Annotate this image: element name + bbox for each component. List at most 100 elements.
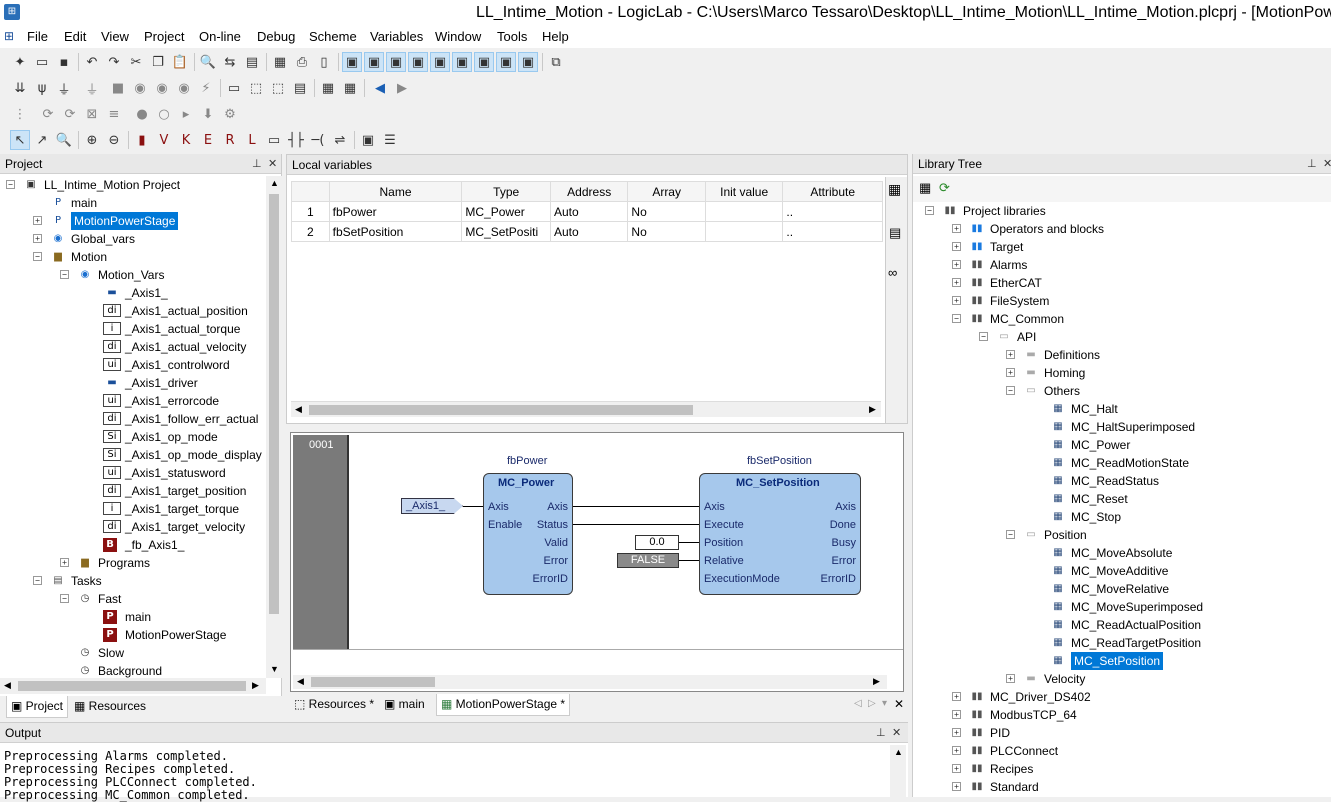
tree-item[interactable]: + ▮▮ Standard (913, 778, 1331, 796)
download-icon[interactable]: ⇊ (10, 78, 30, 98)
tree-item[interactable]: i _Axis1_actual_torque (0, 320, 266, 338)
return-icon[interactable]: R (220, 130, 240, 150)
close-icon[interactable]: ✕ (1323, 157, 1331, 170)
tree-item[interactable]: + ▮▮ PLCConnect (913, 742, 1331, 760)
scroll-right-icon[interactable]: ▶ (869, 404, 876, 415)
tree-item[interactable]: ◷ Background (0, 662, 266, 678)
run-to-cursor-icon[interactable]: ≡ (104, 104, 124, 124)
table-row[interactable]: 1 fbPower MC_Power Auto No .. (291, 201, 883, 222)
expand-icon[interactable]: + (952, 242, 961, 251)
close-icon[interactable]: ✕ (268, 157, 277, 170)
cell-attribute[interactable]: .. (782, 221, 883, 242)
tree-item[interactable]: Si _Axis1_op_mode_display (0, 446, 266, 464)
tab-resources-editor[interactable]: ⬚ Resources * (294, 697, 374, 711)
variable-icon[interactable]: V (154, 130, 174, 150)
tree-item[interactable]: + ▮▮ Target (913, 238, 1331, 256)
tree-item[interactable]: ▦ MC_MoveSuperimposed (913, 598, 1331, 616)
tree-item[interactable]: − ◷ Fast (0, 590, 266, 608)
tree-item[interactable]: + ▮▮ Recipes (913, 760, 1331, 778)
output-vscroll[interactable]: ▲ (890, 745, 906, 798)
redo-icon[interactable]: ↷ (104, 52, 124, 72)
tree-item[interactable]: P MotionPowerStage (0, 626, 266, 644)
menu-scheme[interactable]: Scheme (309, 29, 357, 44)
reboot-icon[interactable]: ◉ (174, 78, 194, 98)
print-preview-icon[interactable]: ▯ (314, 52, 334, 72)
doc-icon[interactable]: ⊞ (4, 29, 20, 45)
insert-network-icon[interactable]: ☰ (380, 130, 400, 150)
view-il-icon[interactable]: ▣ (386, 52, 406, 72)
block1-out-status[interactable]: Status (537, 519, 568, 531)
cell-array[interactable]: No (627, 221, 706, 242)
tree-item[interactable]: + ▮▮ MC_Driver_DS402 (913, 688, 1331, 706)
block-mc-setposition[interactable]: MC_SetPosition Axis Execute Position Rel… (699, 473, 861, 595)
scroll-up-icon[interactable]: ▲ (894, 747, 903, 757)
expand-icon[interactable]: + (60, 558, 69, 567)
step-out-icon[interactable]: ⊠ (82, 104, 102, 124)
tree-item[interactable]: + ▬ Homing (913, 364, 1331, 382)
collapse-icon[interactable]: − (979, 332, 988, 341)
tree-item[interactable]: + ▮▮ FileSystem (913, 292, 1331, 310)
tree-item[interactable]: + ▮▮ EtherCAT (913, 274, 1331, 292)
view-fbd-icon[interactable]: ▣ (364, 52, 384, 72)
tree-item[interactable]: + P MotionPowerStage (0, 212, 266, 230)
table-icon[interactable]: ▦ (340, 78, 360, 98)
network-icon[interactable]: ▣ (358, 130, 378, 150)
expand-icon[interactable]: + (952, 764, 961, 773)
zoom-in-icon[interactable]: ⊕ (82, 130, 102, 150)
close-icon[interactable]: ✕ (892, 726, 901, 739)
tabs-list-icon[interactable]: ▾ (882, 698, 887, 709)
paste-icon[interactable]: 📋 (170, 52, 190, 72)
hscroll-thumb[interactable] (18, 681, 246, 691)
tab-resources[interactable]: ▦ Resources (74, 699, 146, 713)
col-array[interactable]: Array (627, 181, 706, 202)
table-row[interactable]: 2 fbSetPosition MC_SetPositi Auto No .. (291, 221, 883, 242)
contact-icon[interactable]: ┤├ (286, 130, 306, 150)
view-project-icon[interactable]: ▣ (496, 52, 516, 72)
tree-item[interactable]: + ▬ Definitions (913, 346, 1331, 364)
tree-item[interactable]: ▦ MC_ReadStatus (913, 472, 1331, 490)
project-tree-vscroll[interactable]: ▲ ▼ (266, 176, 282, 678)
block1-out-axis[interactable]: Axis (547, 501, 568, 513)
halt-icon[interactable]: ⚡ (196, 78, 216, 98)
step-over-icon[interactable]: ⟳ (38, 104, 58, 124)
warm-restart-icon[interactable]: ◉ (130, 78, 150, 98)
ladder-hscroll[interactable]: ◀ ▶ (293, 675, 887, 689)
tree-item[interactable]: − ▣ LL_Intime_Motion Project (0, 176, 266, 194)
hscroll-thumb[interactable] (311, 677, 435, 687)
tree-item[interactable]: i _Axis1_target_torque (0, 500, 266, 518)
connect-icon[interactable]: ψ (32, 78, 52, 98)
tree-item[interactable]: − ▮▮ Project libraries (913, 202, 1331, 220)
cut-icon[interactable]: ✂ (126, 52, 146, 72)
tree-item[interactable]: − ▮▮ MC_Common (913, 310, 1331, 328)
tree-item[interactable]: di _Axis1_target_velocity (0, 518, 266, 536)
collapse-icon[interactable]: − (33, 576, 42, 585)
tree-item[interactable]: ▦ MC_HaltSuperimposed (913, 418, 1331, 436)
table-view-icon[interactable]: ▦ (888, 181, 901, 198)
trigger-icon[interactable]: ⬚ (268, 78, 288, 98)
block1-out-error[interactable]: Error (544, 555, 568, 567)
open-icon[interactable]: ▭ (32, 52, 52, 72)
expand-icon[interactable]: + (33, 216, 42, 225)
tree-item[interactable]: ▦ MC_MoveRelative (913, 580, 1331, 598)
debug-options-icon[interactable]: ⚙ (220, 104, 240, 124)
tree-item[interactable]: − ▭ Position (913, 526, 1331, 544)
tree-item[interactable]: ▬ _Axis1_driver (0, 374, 266, 392)
expand-icon[interactable]: + (1006, 368, 1015, 377)
block1-out-errorid[interactable]: ErrorID (533, 573, 568, 585)
library-manager-icon[interactable]: ▦ (919, 180, 931, 196)
breakpoint-clear-icon[interactable]: ○ (154, 104, 174, 124)
expand-icon[interactable]: + (952, 710, 961, 719)
app-icon[interactable]: ⊞ (4, 4, 20, 20)
print-icon[interactable]: ⎙ (292, 52, 312, 72)
tree-item[interactable]: ◷ Slow (0, 644, 266, 662)
tree-item[interactable]: ui _Axis1_controlword (0, 356, 266, 374)
block-icon[interactable]: ▮ (132, 130, 152, 150)
view-sfc-icon[interactable]: ▣ (430, 52, 450, 72)
hscroll-thumb[interactable] (309, 405, 693, 415)
tree-item[interactable]: ▬ _Axis1_ (0, 284, 266, 302)
collapse-icon[interactable]: − (33, 252, 42, 261)
block1-out-valid[interactable]: Valid (544, 537, 568, 549)
step-into-icon[interactable]: ⟳ (60, 104, 80, 124)
collapse-icon[interactable]: − (925, 206, 934, 215)
comment-icon[interactable]: ▭ (264, 130, 284, 150)
